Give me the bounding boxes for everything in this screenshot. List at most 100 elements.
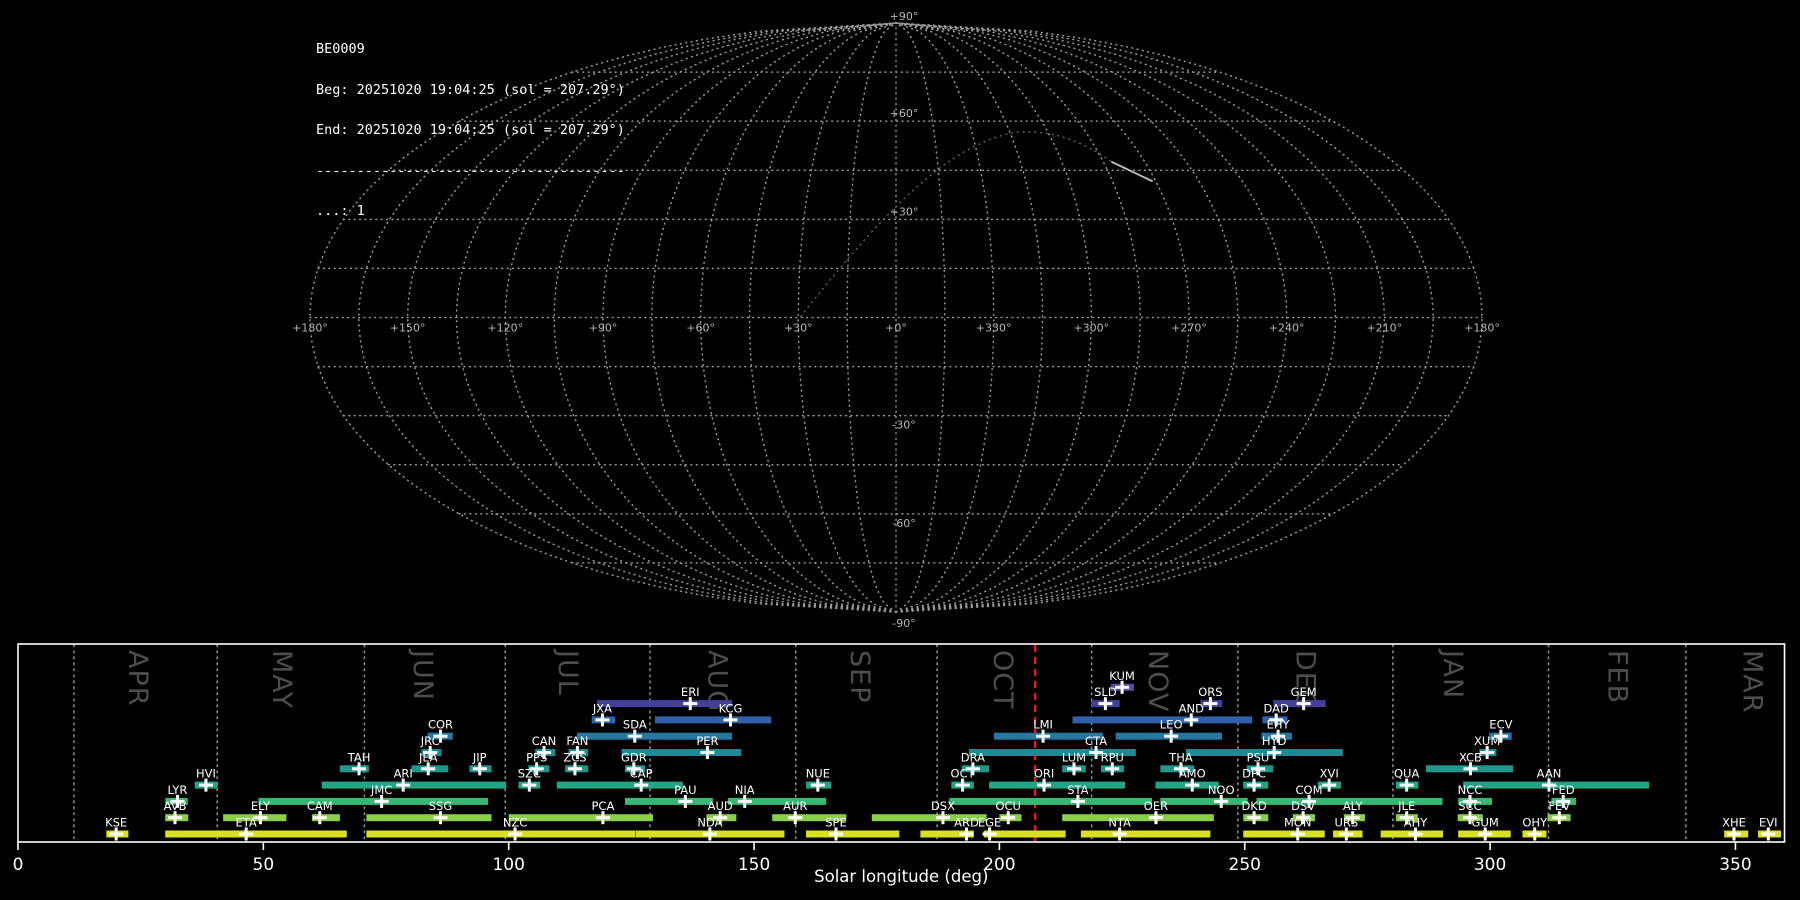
- shower-label: NOO: [1208, 783, 1235, 797]
- shower-label: ORS: [1198, 685, 1222, 699]
- x-tick-label: 100: [492, 855, 524, 875]
- shower-label: THA: [1168, 750, 1193, 764]
- shower-label: ARD: [954, 816, 979, 830]
- shower-label: AUR: [783, 799, 807, 813]
- shower-label: XHE: [1722, 816, 1746, 830]
- shower-label: ECV: [1489, 718, 1512, 732]
- shower-bar: [949, 797, 1153, 805]
- shower-label: FAN: [566, 734, 588, 748]
- shower-label: EGE: [978, 816, 1001, 830]
- shower-label: KUM: [1109, 669, 1135, 683]
- shower-label: PCA: [591, 799, 614, 813]
- shower-label: OCU: [995, 799, 1021, 813]
- shower-label: NCC: [1458, 783, 1483, 797]
- x-tick-label: 300: [1474, 855, 1506, 875]
- shower-label: LEO: [1160, 718, 1183, 732]
- activity-chart: APR MAY JUN JUL AUG SEP OCT NOV DEC JAN FEB MARKSE E…: [13, 643, 1786, 886]
- shower-label: COM: [1296, 783, 1323, 797]
- shower-label: ALY: [1343, 799, 1364, 813]
- x-tick-label: 250: [1229, 855, 1261, 875]
- shower-label: NTA: [1108, 816, 1131, 830]
- shower-label: OHY: [1522, 816, 1548, 830]
- shower-bar: [989, 781, 1126, 789]
- shower-bar: [597, 700, 732, 708]
- month-label: APR: [122, 650, 153, 707]
- begin-time: Beg: 20251020 19:04:25 (sol = 207.29°): [316, 81, 625, 98]
- shower-label: QUA: [1394, 767, 1419, 781]
- shower-label: ERI: [681, 685, 700, 699]
- shower-bar: [258, 797, 489, 805]
- shower-bar: [165, 830, 347, 838]
- shower-label: JIP: [472, 750, 487, 764]
- shower-label: CAM: [307, 799, 333, 813]
- x-tick-label: 150: [738, 855, 770, 875]
- header-info: BE0009 Beg: 20251020 19:04:25 (sol = 207…: [316, 16, 625, 246]
- shower-label: LYR: [168, 783, 188, 797]
- shower-label: ELY: [251, 799, 271, 813]
- shower-label: EVI: [1759, 816, 1778, 830]
- shower-label: JLE: [1397, 799, 1415, 813]
- shower-label: ORI: [1034, 767, 1054, 781]
- end-time: End: 20251020 19:04:25 (sol = 207.29°): [316, 122, 625, 138]
- separator-line: --------------------------------------: [316, 162, 625, 179]
- month-label: OCT: [987, 650, 1018, 710]
- shower-label: LUM: [1062, 750, 1086, 764]
- shower-bar: [508, 814, 653, 822]
- shower-label: KSE: [105, 816, 127, 830]
- x-tick-label: 0: [13, 855, 24, 875]
- shower-bar: [1062, 814, 1214, 822]
- shower-label: SSG: [429, 799, 453, 813]
- x-axis-title: Solar longitude (deg): [814, 867, 988, 886]
- shower-label: NZC: [503, 816, 528, 830]
- shower-bar: [624, 797, 713, 805]
- shower-label: TAH: [347, 750, 371, 764]
- shower-label: LMI: [1033, 718, 1053, 732]
- month-label: FEB: [1602, 650, 1633, 704]
- shower-label: AND: [1179, 701, 1204, 715]
- shower-label: SLD: [1094, 685, 1117, 699]
- shower-bar: [1160, 797, 1248, 805]
- shower-bar: [654, 716, 772, 724]
- shower-label: SPE: [825, 816, 847, 830]
- month-label: JUN: [407, 648, 438, 701]
- shower-bar: [1080, 830, 1211, 838]
- shower-label: STA: [1067, 783, 1088, 797]
- shower-label: KCG: [719, 701, 743, 715]
- shower-label: AAN: [1537, 767, 1562, 781]
- shower-bar: [321, 781, 507, 789]
- shower-label: DKD: [1241, 799, 1266, 813]
- shower-label: JMC: [370, 783, 392, 797]
- month-label: JUL: [552, 648, 583, 696]
- shower-label: GDR: [621, 750, 647, 764]
- radiant-map-window: +180° +150° +120° +90° +60° +30° +0° +330° +300°…: [0, 0, 1800, 900]
- shower-label: RPU: [1101, 750, 1124, 764]
- shower-label: PER: [696, 734, 718, 748]
- shower-label: DSX: [931, 799, 955, 813]
- shower-label: DAD: [1263, 701, 1289, 715]
- shower-bar: [366, 830, 636, 838]
- shower-label: CTA: [1085, 734, 1107, 748]
- meteor-count: ...: 1: [316, 203, 365, 219]
- shower-label: DRA: [961, 750, 985, 764]
- shower-label: NUE: [806, 767, 830, 781]
- month-label: MAR: [1737, 650, 1768, 714]
- shower-label: COR: [428, 718, 453, 732]
- shower-bar: [806, 830, 900, 838]
- shower-label: AUD: [708, 799, 733, 813]
- month-label: SEP: [844, 650, 875, 703]
- shower-label: CAN: [532, 734, 557, 748]
- shower-label: NIA: [735, 783, 755, 797]
- shower-label: PAU: [674, 783, 696, 797]
- shower-label: SDA: [623, 718, 647, 732]
- shower-bar: [1243, 830, 1325, 838]
- shower-label: OER: [1144, 799, 1168, 813]
- month-label: JAN: [1437, 648, 1468, 699]
- session-id: BE0009: [316, 41, 365, 57]
- shower-label: HVI: [196, 767, 216, 781]
- month-label: MAY: [266, 650, 297, 709]
- shower-bar: [366, 814, 492, 822]
- shower-label: ARI: [394, 767, 413, 781]
- shower-label: JXA: [592, 701, 612, 715]
- month-label: NOV: [1142, 650, 1173, 712]
- shower-label: XVI: [1320, 767, 1339, 781]
